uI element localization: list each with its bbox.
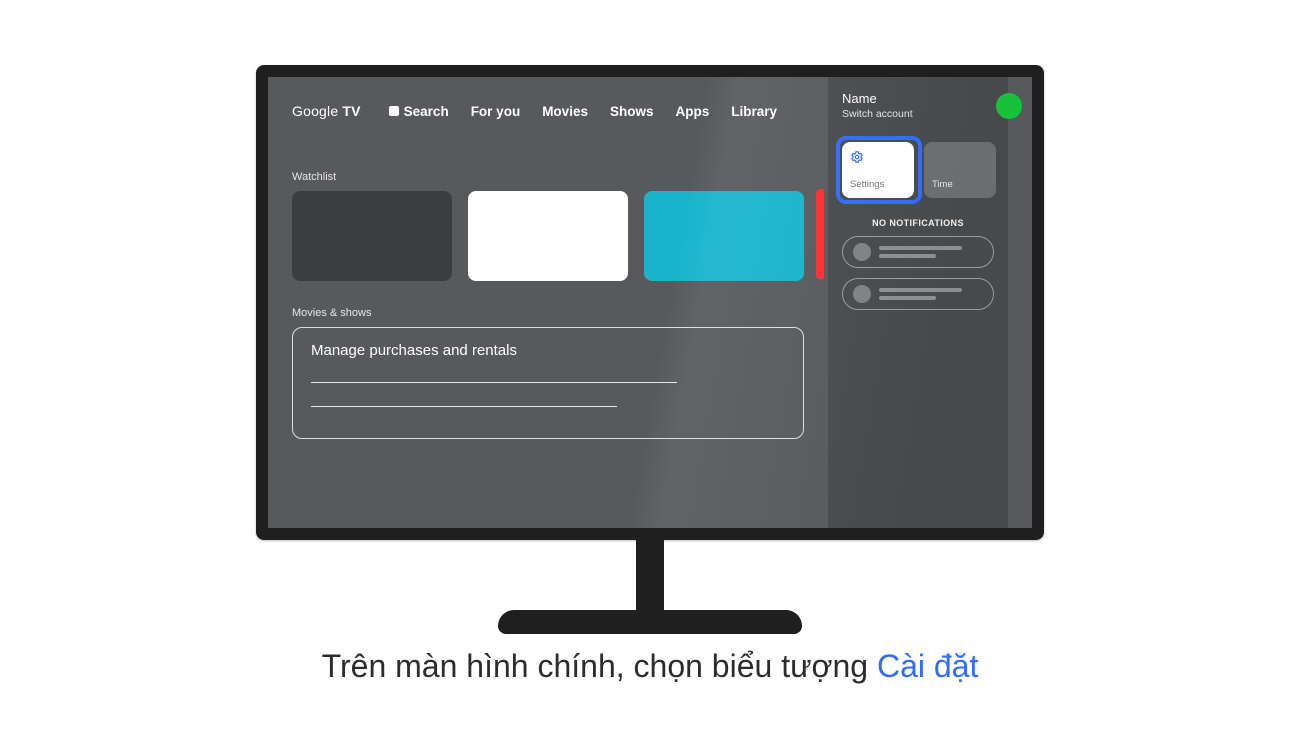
gear-icon	[850, 150, 864, 164]
no-notifications-label: NO NOTIFICATIONS	[828, 218, 1008, 228]
notif-text	[879, 246, 983, 258]
nav-foryou-label: For you	[471, 104, 521, 119]
switch-account: Switch account	[842, 108, 994, 120]
placeholder-line	[879, 254, 936, 258]
account-name: Name	[842, 91, 994, 106]
logo-brand: Google	[292, 103, 338, 119]
account-block[interactable]: Name Switch account	[828, 91, 1008, 132]
nav-library-label: Library	[731, 104, 777, 119]
account-panel: Name Switch account Settings	[828, 77, 1008, 528]
nav-shows-label: Shows	[610, 104, 654, 119]
placeholder-line	[879, 246, 962, 250]
tv-frame: Google TV Search For you Movies Shows Ap…	[256, 65, 1044, 540]
time-tile-label: Time	[932, 179, 988, 190]
main-content: Watchlist Movies & shows Manage purchase…	[292, 171, 804, 439]
notification-item[interactable]	[842, 236, 994, 268]
tv-stand-base	[498, 610, 802, 634]
selection-highlight	[836, 136, 922, 204]
watchlist-card-2[interactable]	[468, 191, 628, 281]
placeholder-line	[879, 296, 936, 300]
settings-tile[interactable]: Settings	[842, 142, 914, 198]
row-edge-card	[816, 189, 824, 279]
placeholder-line	[879, 288, 962, 292]
placeholder-line	[311, 382, 677, 383]
manage-purchases-card[interactable]: Manage purchases and rentals	[292, 327, 804, 439]
logo-tv: TV	[342, 103, 360, 119]
notification-list	[828, 236, 1008, 310]
nav-search-label: Search	[404, 104, 449, 119]
time-tile[interactable]: Time	[924, 142, 996, 198]
watchlist-row	[292, 191, 804, 281]
quick-tiles: Settings Time	[842, 142, 1008, 198]
watchlist-card-3[interactable]	[644, 191, 804, 281]
watchlist-label: Watchlist	[292, 171, 804, 183]
nav-library[interactable]: Library	[731, 104, 777, 119]
nav-search[interactable]: Search	[389, 104, 449, 119]
movies-section: Movies & shows Manage purchases and rent…	[292, 307, 804, 439]
settings-tile-label: Settings	[850, 179, 906, 190]
placeholder-line	[311, 406, 617, 407]
watchlist-card-1[interactable]	[292, 191, 452, 281]
tv-screen: Google TV Search For you Movies Shows Ap…	[268, 77, 1032, 528]
logo: Google TV	[292, 103, 361, 119]
nav-apps-label: Apps	[675, 104, 709, 119]
manage-purchases-text: Manage purchases and rentals	[311, 342, 785, 359]
notif-icon	[853, 243, 871, 261]
caption-pre: Trên màn hình chính, chọn biểu tượng	[322, 648, 877, 684]
notif-icon	[853, 285, 871, 303]
tv-stand-neck	[636, 538, 664, 616]
movies-label: Movies & shows	[292, 307, 804, 319]
instruction-caption: Trên màn hình chính, chọn biểu tượng Cài…	[0, 648, 1300, 685]
nav-shows[interactable]: Shows	[610, 104, 654, 119]
nav-movies-label: Movies	[542, 104, 588, 119]
avatar[interactable]	[996, 93, 1022, 119]
notification-item[interactable]	[842, 278, 994, 310]
nav-apps[interactable]: Apps	[675, 104, 709, 119]
caption-keyword: Cài đặt	[877, 648, 978, 684]
notif-text	[879, 288, 983, 300]
mic-icon	[389, 106, 399, 116]
nav-foryou[interactable]: For you	[471, 104, 521, 119]
nav-movies[interactable]: Movies	[542, 104, 588, 119]
